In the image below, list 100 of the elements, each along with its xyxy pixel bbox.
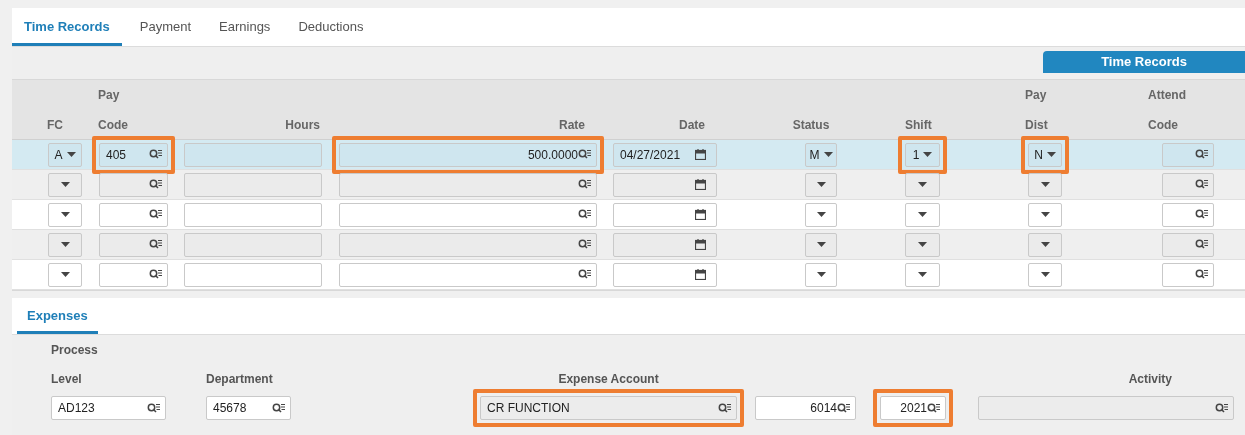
dropdown[interactable]: 1 [905, 142, 940, 167]
caret-icon [918, 212, 927, 217]
dropdown[interactable]: A [48, 142, 82, 167]
dropdown[interactable] [905, 172, 940, 197]
dropdown[interactable] [1028, 172, 1062, 197]
lookup-field[interactable] [99, 202, 168, 227]
dropdown[interactable] [805, 262, 837, 287]
search-list-icon [927, 402, 940, 414]
column-header: Code [98, 117, 128, 134]
column-header: Code [1148, 117, 1178, 134]
column-header: Rate [559, 117, 585, 134]
search-list-icon [578, 179, 591, 190]
lookup-field[interactable] [1162, 202, 1214, 227]
tab[interactable]: Earnings [209, 8, 281, 46]
caret-icon [918, 272, 927, 277]
search-list-icon [837, 402, 850, 414]
dropdown[interactable] [805, 232, 837, 257]
caret-icon [816, 212, 826, 217]
column-header: Status [792, 117, 830, 134]
caret-icon [923, 152, 933, 157]
column-header: Pay [1025, 87, 1047, 104]
dropdown[interactable] [1028, 232, 1062, 257]
caret-icon [60, 272, 70, 277]
date-field[interactable] [613, 172, 717, 197]
dropdown[interactable] [905, 232, 940, 257]
date-field[interactable] [613, 232, 717, 257]
search-list-icon [578, 269, 591, 280]
caret-icon [1040, 242, 1050, 247]
caret-icon [1046, 152, 1056, 157]
lookup-field[interactable]: AD123 [51, 396, 166, 420]
calendar-icon [695, 209, 706, 220]
lookup-field[interactable] [99, 232, 168, 257]
dropdown[interactable] [1028, 262, 1062, 287]
tab[interactable]: Deductions [288, 8, 374, 46]
lookup-field[interactable] [339, 262, 597, 287]
dropdown[interactable] [1028, 202, 1062, 227]
search-list-icon [578, 209, 591, 220]
dropdown[interactable] [48, 232, 82, 257]
lookup-field[interactable] [339, 202, 597, 227]
dropdown[interactable] [48, 262, 82, 287]
caret-icon [823, 152, 833, 157]
input-field[interactable] [184, 202, 322, 227]
search-list-icon [149, 179, 162, 190]
lookup-field[interactable]: CR FUNCTION [480, 396, 737, 420]
caret-icon [918, 242, 927, 247]
dropdown[interactable] [48, 202, 82, 227]
search-list-icon [149, 149, 162, 160]
input-field[interactable] [184, 262, 322, 287]
calendar-icon [695, 269, 706, 280]
search-list-icon [1195, 209, 1208, 220]
search-list-icon [1195, 269, 1208, 280]
column-header: Attend [1148, 87, 1186, 104]
lookup-field[interactable] [99, 262, 168, 287]
lookup-field[interactable] [1162, 172, 1214, 197]
column-header: Date [679, 117, 705, 134]
lookup-field[interactable] [339, 232, 597, 257]
dropdown[interactable]: N [1028, 142, 1062, 167]
caret-icon [1040, 212, 1050, 217]
date-field[interactable] [613, 262, 717, 287]
dropdown[interactable]: M [805, 142, 837, 167]
caret-icon [60, 212, 70, 217]
lookup-field[interactable]: 45678 [206, 396, 291, 420]
tab[interactable]: Payment [129, 8, 202, 46]
field-label: Activity [1128, 371, 1172, 388]
dropdown[interactable] [905, 262, 940, 287]
column-header: Pay [98, 87, 120, 104]
lookup-field[interactable]: 500.0000 [339, 142, 597, 167]
dropdown[interactable] [805, 172, 837, 197]
lookup-field[interactable] [978, 396, 1234, 420]
search-list-icon [1215, 402, 1228, 414]
lookup-field[interactable] [339, 172, 597, 197]
calendar-icon [695, 149, 706, 160]
dropdown[interactable] [48, 172, 82, 197]
lookup-field[interactable] [99, 172, 168, 197]
lookup-field[interactable]: 405 [99, 142, 168, 167]
lookup-field[interactable] [1162, 262, 1214, 287]
search-list-icon [578, 239, 591, 250]
lookup-field[interactable] [1162, 142, 1214, 167]
lookup-field[interactable]: 6014 [755, 396, 856, 420]
lookup-field[interactable]: 2021 [880, 396, 946, 420]
search-list-icon [272, 402, 285, 414]
search-list-icon [578, 149, 591, 160]
date-field[interactable] [613, 202, 717, 227]
caret-icon [1040, 272, 1050, 277]
search-list-icon [718, 402, 731, 414]
calendar-icon [695, 179, 706, 190]
search-list-icon [149, 269, 162, 280]
field-label: Department [206, 371, 273, 388]
input-field[interactable] [184, 232, 322, 257]
caret-icon [1040, 182, 1050, 187]
time-records-button[interactable]: Time Records [1043, 51, 1245, 73]
caret-icon [60, 242, 70, 247]
lookup-field[interactable] [1162, 232, 1214, 257]
input-field[interactable] [184, 142, 322, 167]
caret-icon [66, 152, 76, 157]
date-field[interactable]: 04/27/2021 [613, 142, 717, 167]
caret-icon [816, 272, 826, 277]
input-field[interactable] [184, 172, 322, 197]
dropdown[interactable] [805, 202, 837, 227]
dropdown[interactable] [905, 202, 940, 227]
